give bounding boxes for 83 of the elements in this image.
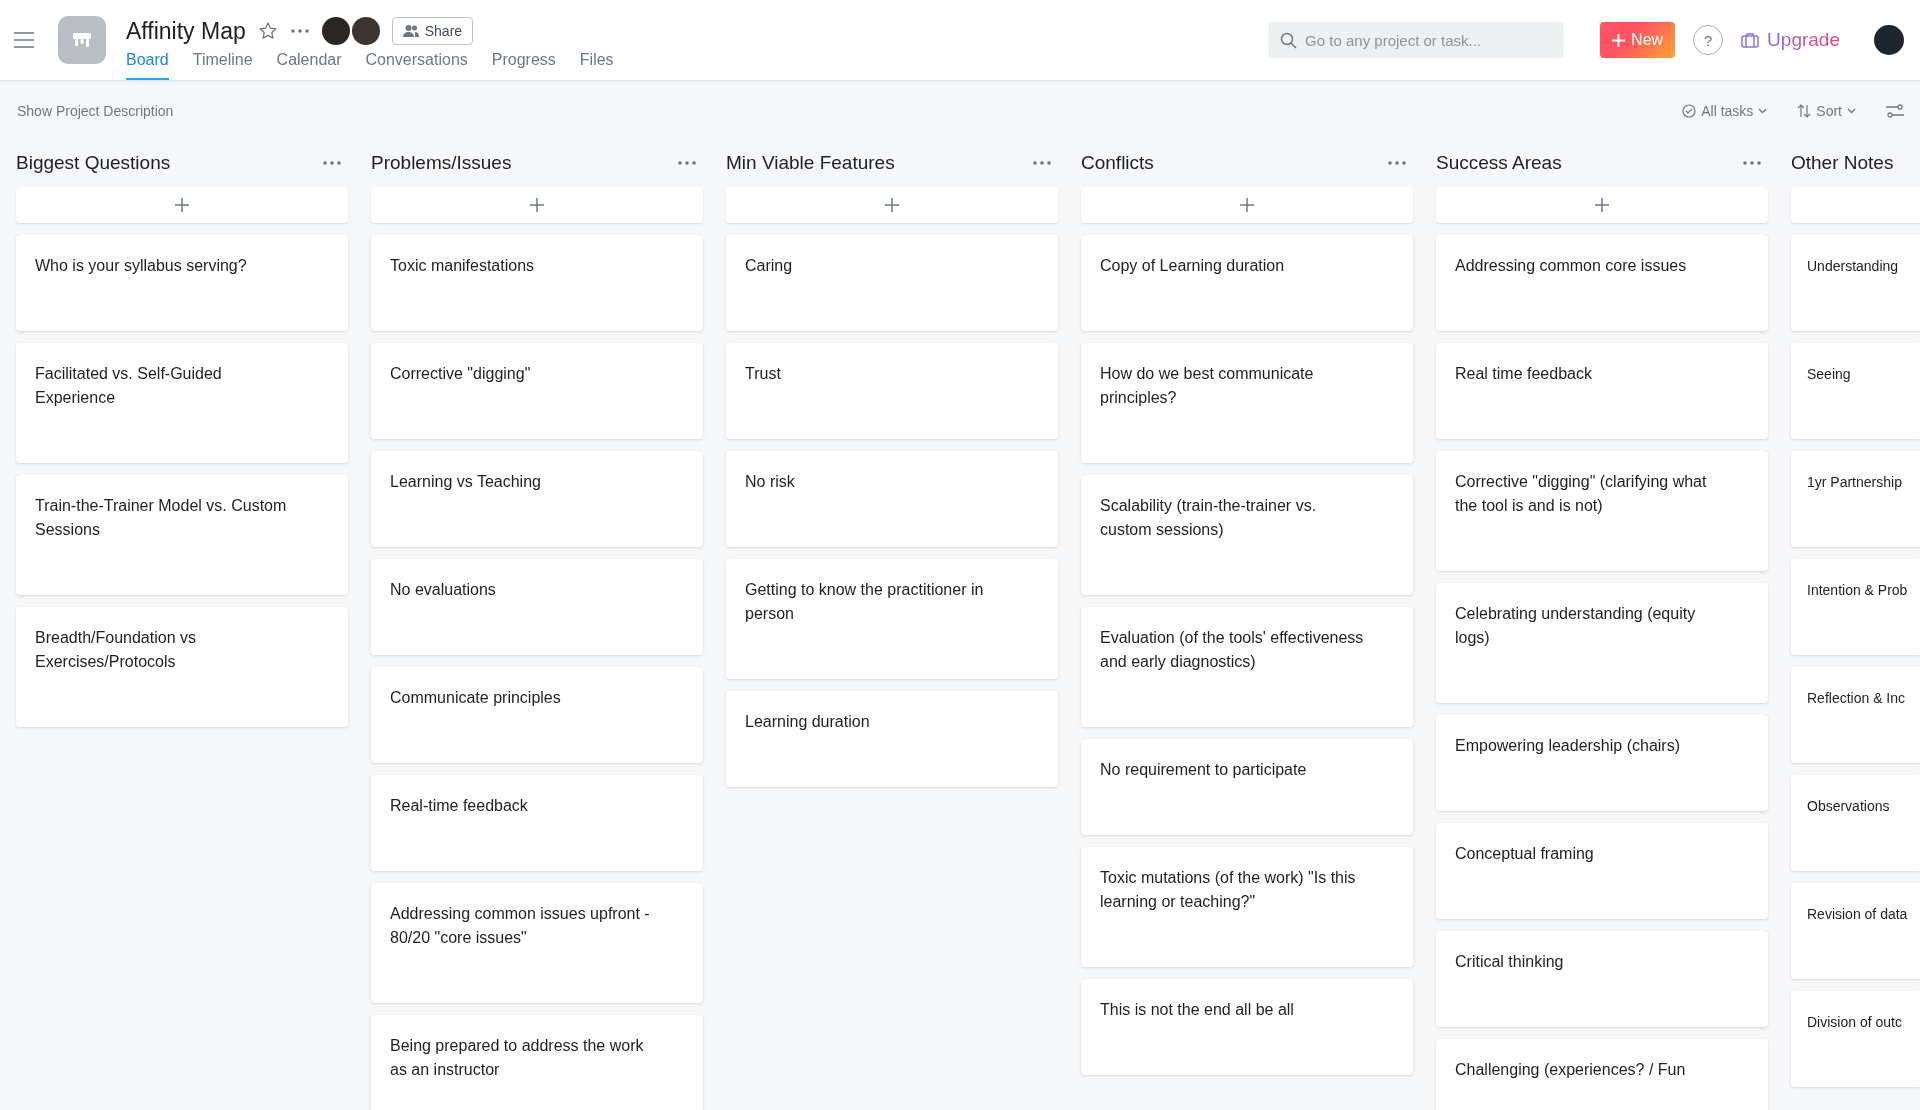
task-card[interactable]: No evaluations	[371, 559, 703, 655]
member-avatar[interactable]	[351, 17, 380, 45]
member-avatar[interactable]	[321, 17, 350, 45]
view-tab[interactable]: Conversations	[365, 51, 468, 80]
task-card[interactable]: Celebrating understanding (equity logs)	[1436, 583, 1768, 703]
task-card[interactable]: Critical thinking	[1436, 931, 1768, 1027]
project-title: Affinity Map	[126, 17, 246, 45]
plus-icon	[1612, 33, 1626, 47]
task-card[interactable]: Being prepared to address the work as an instructor	[371, 1015, 703, 1110]
column-title: Problems/Issues	[371, 152, 512, 174]
task-card[interactable]: Challenging (experiences? / Fun	[1436, 1039, 1768, 1110]
column-title: Success Areas	[1436, 152, 1562, 174]
task-card[interactable]: Corrective "digging"	[371, 343, 703, 439]
task-card[interactable]: Corrective "digging" (clarifying what the tool is and is not)	[1436, 451, 1768, 571]
task-card[interactable]: Intention & Prob	[1791, 559, 1920, 655]
task-card[interactable]: 1yr Partnership	[1791, 451, 1920, 547]
check-circle-icon	[1682, 104, 1697, 118]
task-card[interactable]: Communicate principles	[371, 667, 703, 763]
more-icon[interactable]	[1742, 160, 1762, 166]
task-card[interactable]: Observations	[1791, 775, 1920, 871]
user-avatar[interactable]	[1874, 25, 1904, 55]
search-icon	[1280, 32, 1298, 49]
task-card[interactable]: Real time feedback	[1436, 343, 1768, 439]
task-card[interactable]: Addressing common issues upfront - 80/20 "core issues"	[371, 883, 703, 1003]
task-card[interactable]: This is not the end all be all	[1081, 979, 1413, 1075]
task-card[interactable]: Copy of Learning duration	[1081, 235, 1413, 331]
plus-icon	[1240, 198, 1254, 212]
briefcase-icon	[1741, 32, 1760, 48]
settings-icon[interactable]	[1886, 104, 1904, 118]
task-card[interactable]: Toxic manifestations	[371, 235, 703, 331]
view-tab[interactable]: Timeline	[192, 51, 253, 80]
more-icon[interactable]	[677, 160, 697, 166]
task-card[interactable]: Trust	[726, 343, 1058, 439]
task-card[interactable]: No requirement to participate	[1081, 739, 1413, 835]
task-card[interactable]: Scalability (train-the-trainer vs. custom sessions)	[1081, 475, 1413, 595]
column-title: Min Viable Features	[726, 152, 895, 174]
more-icon[interactable]	[322, 160, 342, 166]
column-title: Other Notes	[1791, 152, 1894, 174]
star-icon[interactable]	[257, 21, 278, 41]
task-card[interactable]: Learning vs Teaching	[371, 451, 703, 547]
task-card[interactable]: Train-the-Trainer Model vs. Custom Sessions	[16, 475, 348, 595]
search-field[interactable]: Go to any project or task...	[1268, 22, 1565, 58]
plus-icon	[1595, 198, 1609, 212]
plus-icon	[885, 198, 899, 212]
view-tab[interactable]: Files	[579, 51, 614, 80]
task-card[interactable]: Revision of data	[1791, 883, 1920, 979]
more-icon[interactable]	[1032, 160, 1052, 166]
chevron-down-icon	[1758, 108, 1768, 114]
task-card[interactable]: Who is your syllabus serving?	[16, 235, 348, 331]
more-icon[interactable]	[289, 28, 310, 34]
task-card[interactable]: Division of outc	[1791, 991, 1920, 1087]
task-card[interactable]: Understanding	[1791, 235, 1920, 331]
view-tab[interactable]: Calendar	[276, 51, 342, 80]
sort-icon	[1797, 104, 1812, 118]
task-card[interactable]: Addressing common core issues	[1436, 235, 1768, 331]
sort-button[interactable]: Sort	[1797, 103, 1856, 119]
plus-icon	[530, 198, 544, 212]
task-card[interactable]: Caring	[726, 235, 1058, 331]
task-card[interactable]: Breadth/Foundation vs Exercises/Protocols	[16, 607, 348, 727]
task-card[interactable]: No risk	[726, 451, 1058, 547]
task-card[interactable]: Toxic mutations (of the work) "Is this learning or teaching?"	[1081, 847, 1413, 967]
view-tab[interactable]: Board	[126, 51, 169, 80]
task-card[interactable]: Real-time feedback	[371, 775, 703, 871]
plus-icon	[175, 198, 189, 212]
task-card[interactable]: Learning duration	[726, 691, 1058, 787]
task-card[interactable]: Getting to know the practitioner in person	[726, 559, 1058, 679]
share-button[interactable]: Share	[391, 17, 474, 45]
column-title: Biggest Questions	[16, 152, 171, 174]
task-card[interactable]: Conceptual framing	[1436, 823, 1768, 919]
show-description-link[interactable]: Show Project Description	[17, 103, 174, 119]
help-button[interactable]: ?	[1693, 25, 1724, 55]
chevron-down-icon	[1847, 108, 1856, 114]
task-card[interactable]: Reflection & Inc	[1791, 667, 1920, 763]
all-tasks-filter[interactable]: All tasks	[1682, 103, 1768, 119]
more-icon[interactable]	[1387, 160, 1407, 166]
task-card[interactable]: Seeing	[1791, 343, 1920, 439]
people-icon	[402, 24, 419, 38]
column-title: Conflicts	[1081, 152, 1154, 174]
task-card[interactable]: Evaluation (of the tools' effectiveness and early diagnostics)	[1081, 607, 1413, 727]
task-card[interactable]: How do we best communicate principles?	[1081, 343, 1413, 463]
view-tab[interactable]: Progress	[491, 51, 556, 80]
task-card[interactable]: Facilitated vs. Self-Guided Experience	[16, 343, 348, 463]
task-card[interactable]: Empowering leadership (chairs)	[1436, 715, 1768, 811]
